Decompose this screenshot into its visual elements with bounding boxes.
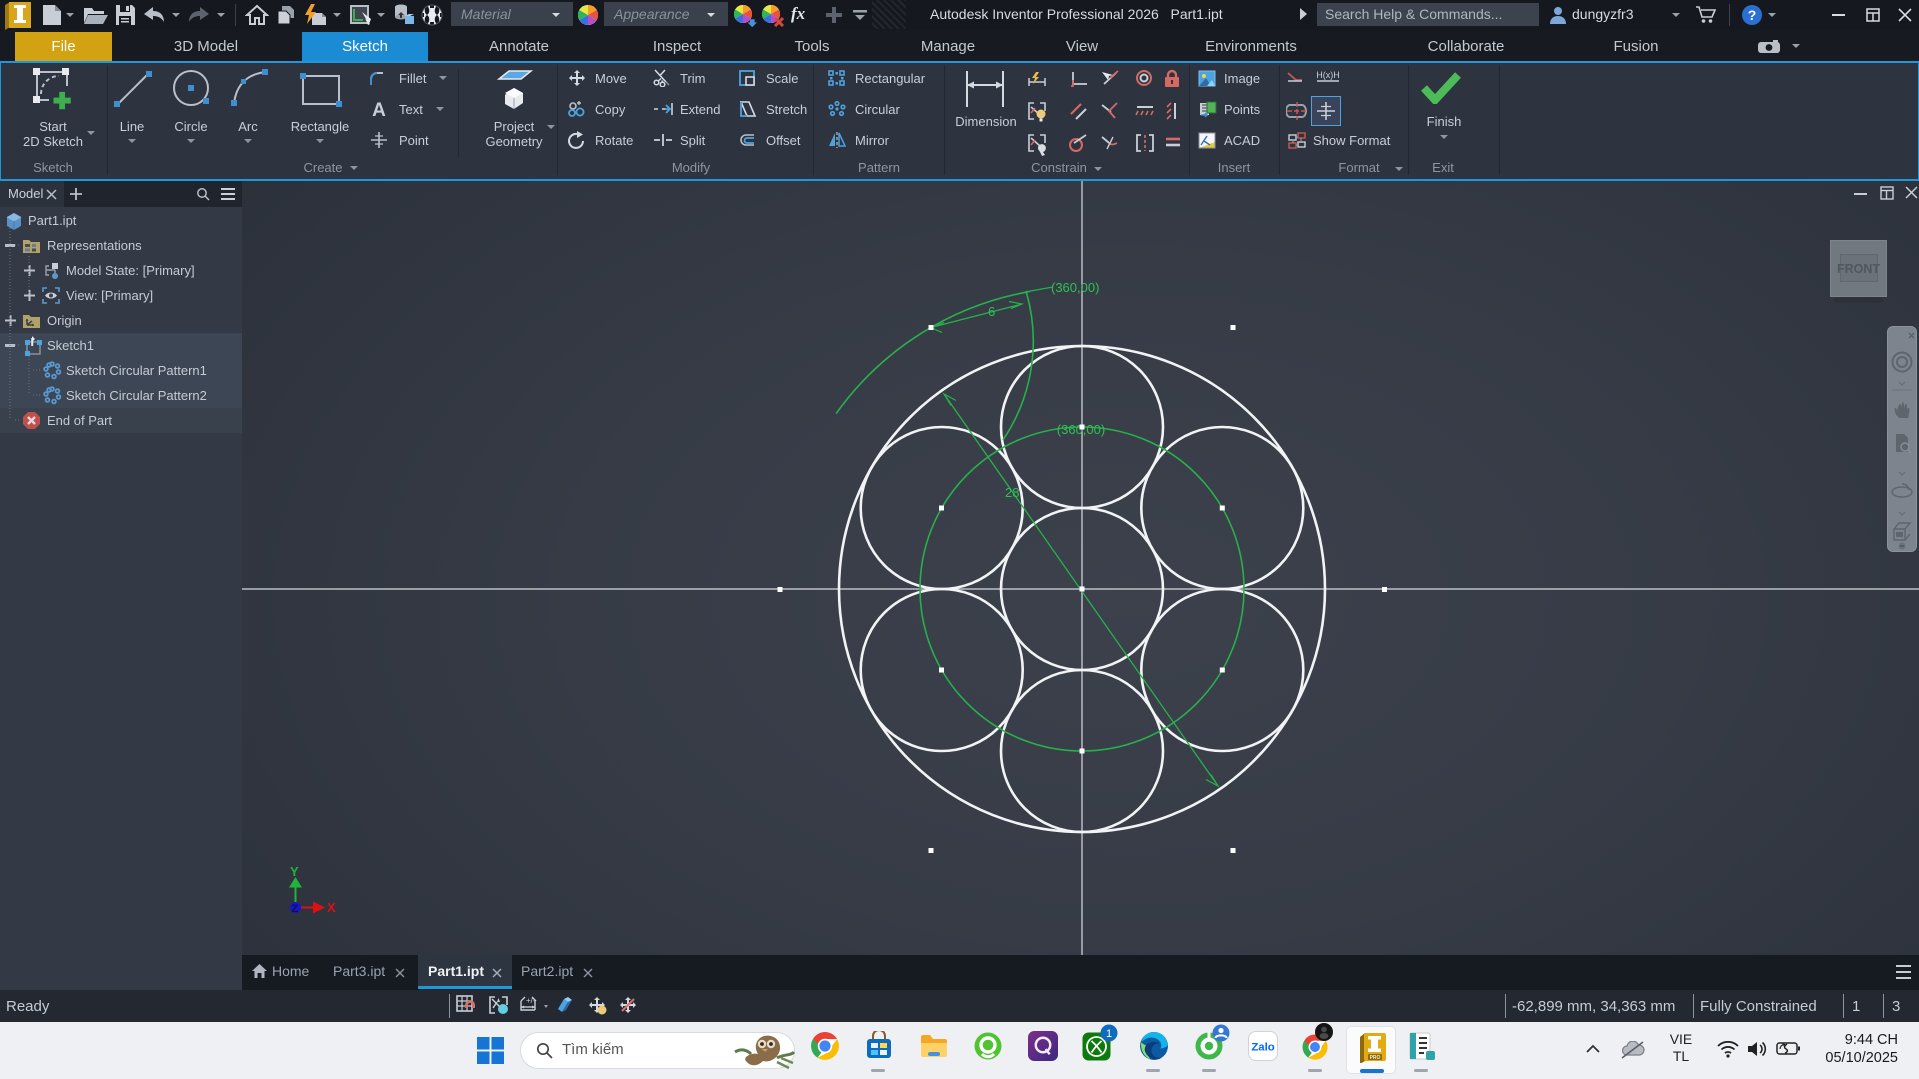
svg-text:H(x)H: H(x)H	[1316, 70, 1340, 80]
svg-text:28: 28	[1005, 485, 1019, 500]
svg-text:(360,00): (360,00)	[1051, 280, 1099, 295]
svg-text:PRO: PRO	[1370, 1055, 1381, 1061]
svg-text:X: X	[327, 900, 336, 915]
svg-text:A: A	[372, 100, 386, 118]
svg-text:+/-: +/-	[526, 996, 536, 1005]
svg-text:6: 6	[988, 304, 995, 319]
svg-text:1: 1	[1106, 1028, 1112, 1040]
svg-text:?: ?	[1748, 7, 1757, 23]
svg-text:Zalo: Zalo	[1251, 1042, 1274, 1054]
svg-text:Y: Y	[290, 864, 299, 879]
svg-text:Z: Z	[292, 903, 299, 915]
